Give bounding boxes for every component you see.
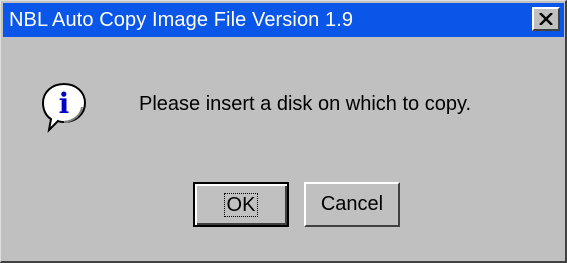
dialog-window: NBL Auto Copy Image File Version 1.9 i P… bbox=[0, 0, 567, 263]
window-title: NBL Auto Copy Image File Version 1.9 bbox=[9, 8, 354, 31]
info-icon-glyph: i bbox=[59, 87, 70, 120]
ok-button-label: OK bbox=[223, 192, 259, 217]
ok-button[interactable]: OK bbox=[193, 182, 289, 227]
dialog-message: Please insert a disk on which to copy. bbox=[139, 93, 472, 115]
close-icon bbox=[539, 13, 553, 25]
cancel-button[interactable]: Cancel bbox=[304, 182, 400, 227]
info-icon: i bbox=[41, 82, 87, 133]
title-bar[interactable]: NBL Auto Copy Image File Version 1.9 bbox=[3, 3, 564, 37]
close-button[interactable] bbox=[532, 7, 560, 31]
